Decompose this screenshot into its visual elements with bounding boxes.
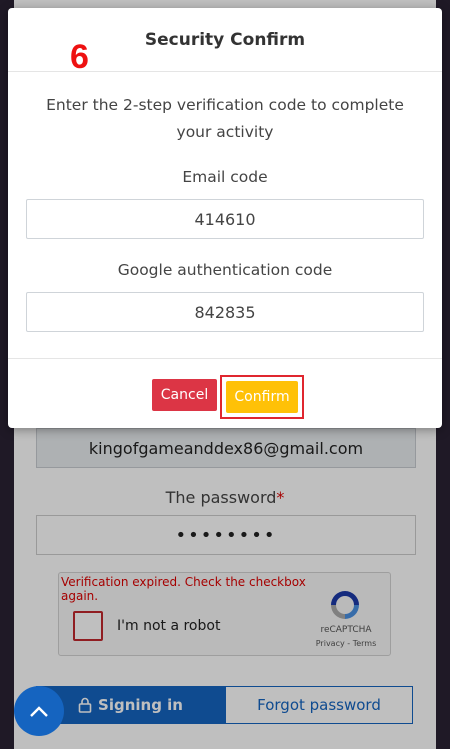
confirm-button[interactable]: Confirm	[226, 381, 298, 413]
security-confirm-modal: Security Confirm 6 Enter the 2-step veri…	[8, 8, 442, 428]
step-number-annotation: 6	[70, 38, 89, 76]
cancel-button[interactable]: Cancel	[152, 379, 217, 411]
modal-instruction: Enter the 2-step verification code to co…	[46, 96, 404, 141]
email-code-label: Email code	[182, 168, 268, 186]
modal-footer: Cancel Confirm	[8, 358, 442, 428]
google-code-label: Google authentication code	[117, 261, 333, 279]
scroll-to-top-button[interactable]	[14, 686, 64, 736]
chevron-up-icon	[30, 706, 48, 717]
modal-header: Security Confirm 6	[8, 8, 442, 76]
confirm-highlight-box: Confirm	[220, 375, 304, 419]
google-code-input[interactable]	[26, 292, 424, 332]
email-code-input[interactable]	[26, 199, 424, 239]
